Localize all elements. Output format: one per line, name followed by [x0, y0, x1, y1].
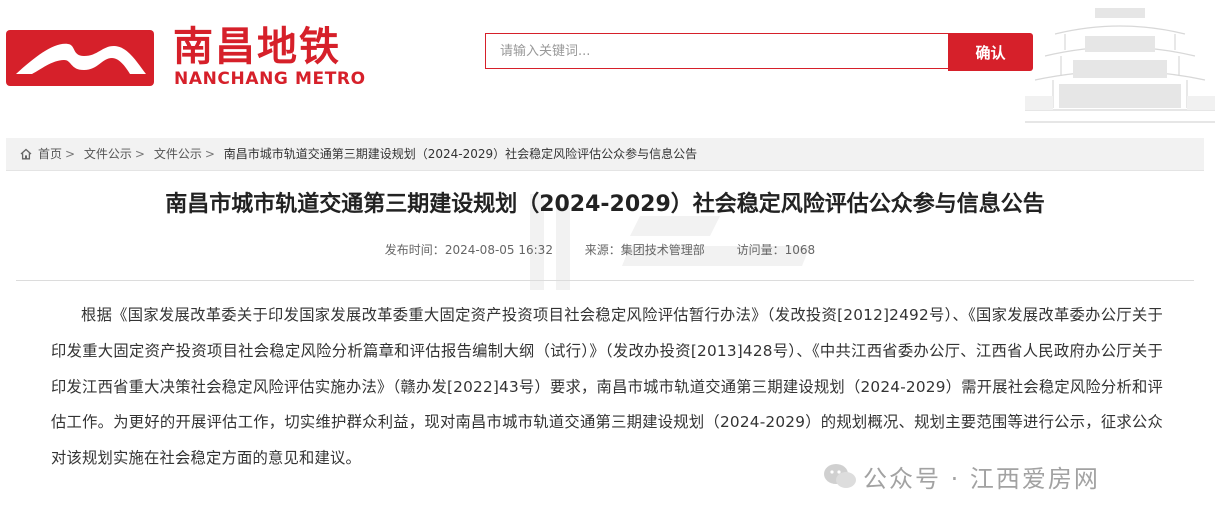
- home-icon[interactable]: [20, 148, 32, 160]
- view-count-value: 1068: [784, 243, 816, 257]
- article-paragraph: 根据《国家发展改革委关于印发国家发展改革委重大固定资产投资项目社会稳定风险评估暂…: [51, 306, 1163, 468]
- breadcrumb-current: 南昌市城市轨道交通第三期建设规划（2024-2029）社会稳定风险评估公众参与信…: [223, 147, 698, 161]
- breadcrumb-separator: >: [204, 147, 215, 161]
- breadcrumb-file-notice-sub-link[interactable]: 文件公示: [154, 147, 202, 161]
- source-label: 来源：: [584, 243, 621, 257]
- search-confirm-button[interactable]: 确认: [948, 33, 1033, 71]
- article-title: 南昌市城市轨道交通第三期建设规划（2024-2029）社会稳定风险评估公众参与信…: [165, 192, 1045, 217]
- source-value: 集团技术管理部: [620, 243, 705, 257]
- pavilion-decoration-icon: [1025, 8, 1215, 123]
- title-divider: [16, 280, 1194, 281]
- publish-time-value: 2024-08-05 16:32: [444, 243, 553, 257]
- site-header: 南昌地铁 NANCHANG METRO 确认: [0, 0, 1215, 130]
- metro-logo-icon[interactable]: [6, 30, 154, 86]
- watermark-brand-label: 公众号 · 江西爱房网: [863, 465, 1100, 493]
- logo-chinese-name[interactable]: 南昌地铁: [173, 25, 341, 69]
- breadcrumb-separator: >: [134, 147, 145, 161]
- source: 来源：集团技术管理部: [585, 243, 705, 257]
- view-count: 访问量：1068: [737, 243, 816, 257]
- breadcrumb-home-link[interactable]: 首页: [38, 147, 62, 161]
- article-meta: 发布时间：2024-08-05 16:32 来源：集团技术管理部 访问量：106…: [0, 241, 1200, 259]
- view-count-label: 访问量：: [736, 243, 785, 257]
- search-box: [485, 33, 948, 69]
- watermark-brand-text: 公众号 · 江西爱房网: [805, 459, 1100, 494]
- logo-english-name[interactable]: NANCHANG METRO: [174, 69, 366, 89]
- publish-time: 发布时间：2024-08-05 16:32: [385, 243, 553, 257]
- breadcrumb-file-notice-link[interactable]: 文件公示: [84, 147, 132, 161]
- breadcrumb: 首页 > 文件公示 > 文件公示 > 南昌市城市轨道交通第三期建设规划（2024-20…: [6, 138, 1204, 171]
- publish-time-label: 发布时间：: [384, 243, 445, 257]
- search-input[interactable]: [486, 34, 948, 68]
- breadcrumb-separator: >: [65, 147, 76, 161]
